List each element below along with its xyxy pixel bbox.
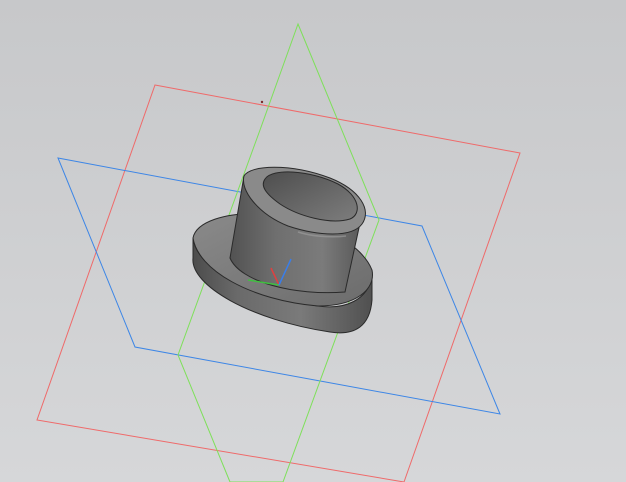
3d-scene[interactable]: [0, 0, 626, 482]
origin-marker: [260, 100, 264, 104]
bushing-model[interactable]: [192, 166, 373, 334]
3d-viewport[interactable]: [0, 0, 626, 482]
